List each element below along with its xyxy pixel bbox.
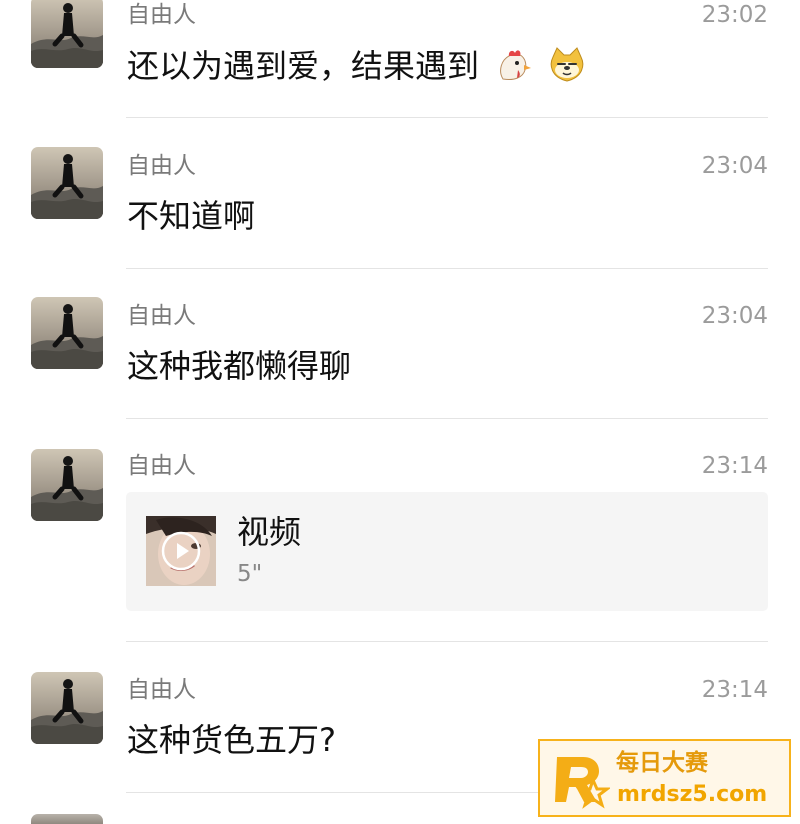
message-divider bbox=[126, 641, 768, 642]
sender-name: 自由人 bbox=[127, 2, 196, 28]
chat-record-list: 自由人 23:02 还以为遇到爱，结果遇到 自由人 23:04 不知道啊 自由人… bbox=[0, 0, 800, 824]
sender-name: 自由人 bbox=[127, 303, 196, 329]
message-text: 这种货色五万? bbox=[127, 721, 336, 759]
message-text: 这种我都懒得聊 bbox=[127, 347, 352, 385]
message-divider bbox=[126, 268, 768, 269]
video-duration: 5" bbox=[237, 561, 263, 587]
sender-avatar[interactable] bbox=[31, 147, 103, 219]
message-time: 23:04 bbox=[701, 303, 768, 329]
message-time: 23:02 bbox=[701, 2, 768, 28]
watermark-domain: mrdsz5.com bbox=[617, 782, 768, 807]
site-watermark: 每日大赛 mrdsz5.com bbox=[538, 739, 791, 817]
message-text: 还以为遇到爱，结果遇到 bbox=[127, 44, 587, 88]
sender-name: 自由人 bbox=[127, 453, 196, 479]
message-divider bbox=[126, 418, 768, 419]
next-message-avatar bbox=[31, 814, 103, 824]
sender-avatar[interactable] bbox=[31, 449, 103, 521]
sender-avatar[interactable] bbox=[31, 672, 103, 744]
sender-avatar[interactable] bbox=[31, 297, 103, 369]
watermark-title: 每日大赛 bbox=[616, 750, 708, 776]
video-message-card[interactable]: 视频 5" bbox=[126, 492, 768, 611]
sender-name: 自由人 bbox=[127, 153, 196, 179]
video-thumbnail[interactable] bbox=[146, 516, 216, 586]
message-divider bbox=[126, 117, 768, 118]
video-title: 视频 bbox=[237, 513, 302, 551]
message-text: 不知道啊 bbox=[127, 197, 256, 235]
message-time: 23:14 bbox=[701, 677, 768, 703]
message-time: 23:14 bbox=[701, 453, 768, 479]
message-time: 23:04 bbox=[701, 153, 768, 179]
sender-name: 自由人 bbox=[127, 677, 196, 703]
chicken-icon bbox=[493, 45, 533, 85]
message-body: 还以为遇到爱，结果遇到 bbox=[127, 47, 480, 85]
sender-avatar[interactable] bbox=[31, 0, 103, 68]
watermark-logo-icon bbox=[555, 757, 610, 809]
doge-icon bbox=[547, 45, 587, 85]
